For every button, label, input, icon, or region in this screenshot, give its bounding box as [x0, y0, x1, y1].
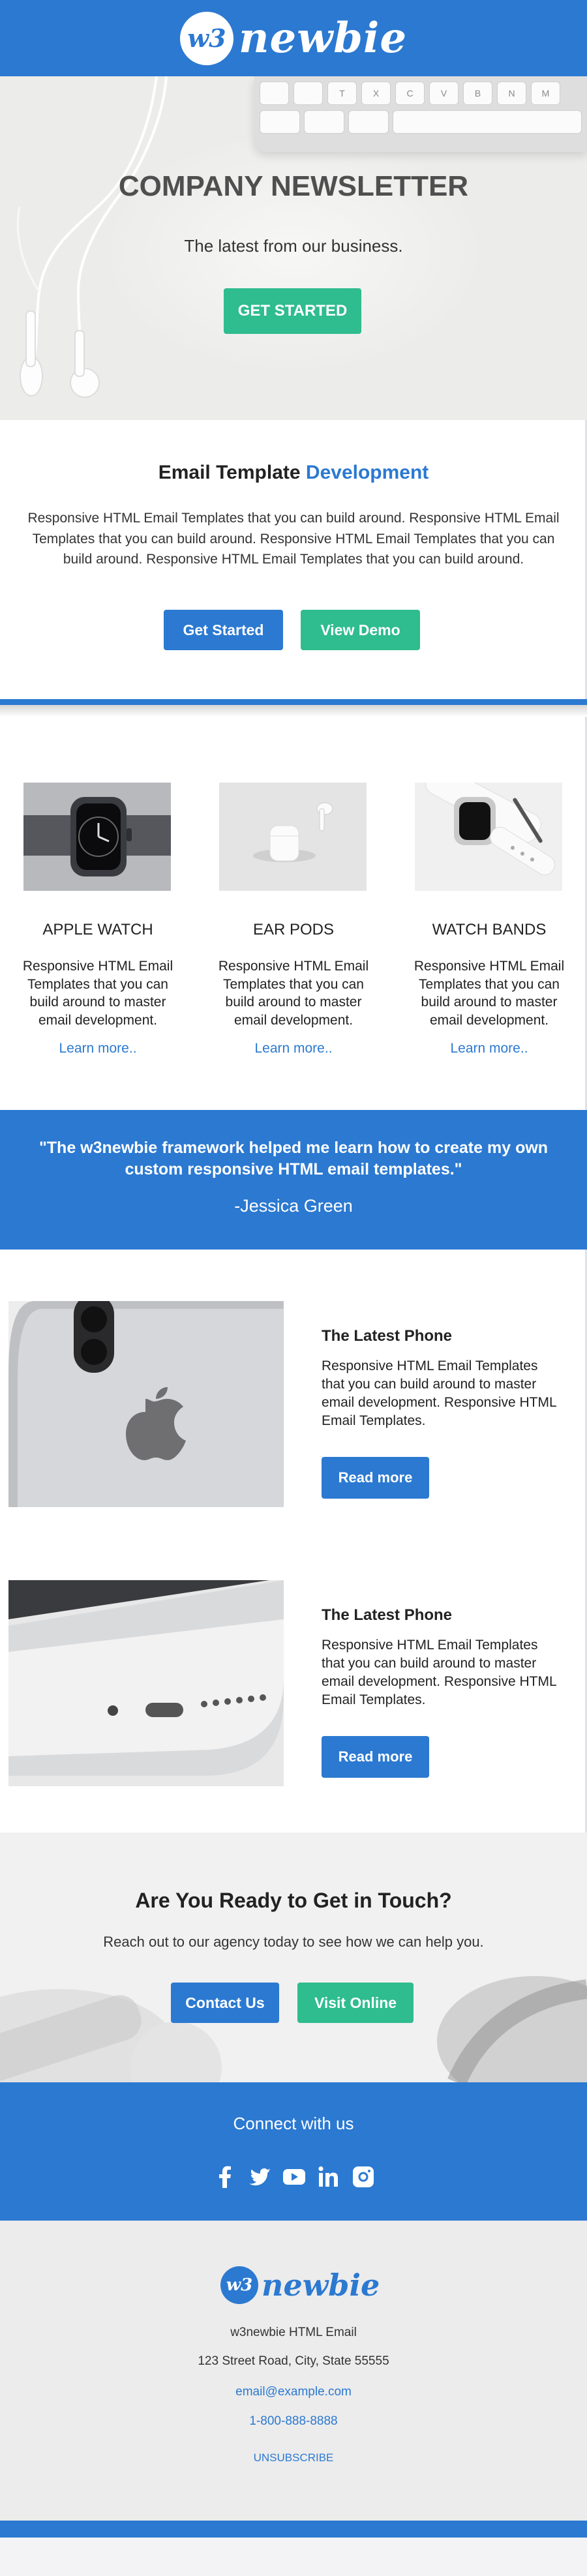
intro-title: Email Template Development: [0, 462, 587, 484]
ear-pods-image: [219, 783, 367, 891]
intro-title-plain: Email Template: [158, 462, 301, 483]
bottom-bar: [0, 2521, 587, 2538]
get-started-secondary-button[interactable]: Get Started: [164, 610, 283, 650]
feature-phone-back: The Latest Phone Responsive HTML Email T…: [0, 1301, 587, 1516]
keyboard-key: [348, 110, 389, 134]
intro-body: Responsive HTML Email Templates that you…: [27, 511, 560, 567]
intro-section: Email Template Development Responsive HT…: [0, 420, 587, 699]
product-title: WATCH BANDS: [432, 921, 547, 938]
keyboard-key: [294, 82, 323, 105]
keyboard-key: T: [327, 82, 357, 105]
testimonial-section: "The w3newbie framework helped me learn …: [0, 1110, 587, 1250]
feature-title: The Latest Phone: [322, 1606, 453, 1624]
feature-title: The Latest Phone: [322, 1327, 453, 1345]
newsletter-page: w3 newbie T X C V B N M COMPANY NEWSLETT…: [0, 0, 587, 2576]
intro-title-accent: Development: [305, 462, 429, 483]
bottom-spacer: [0, 2538, 587, 2576]
instagram-icon[interactable]: [351, 2164, 376, 2189]
footer-company: w3newbie HTML Email: [230, 2326, 357, 2339]
learn-more-link[interactable]: Learn more..: [391, 1041, 587, 1056]
footer-logo-mark: w3: [220, 2266, 258, 2304]
keyboard-key: X: [361, 82, 391, 105]
product-watch-bands: WATCH BANDS Responsive HTML Email Templa…: [391, 783, 587, 1056]
product-apple-watch: APPLE WATCH Responsive HTML Email Templa…: [0, 783, 196, 1056]
connect-title: Connect with us: [233, 2114, 354, 2133]
phone-back-image: [8, 1301, 284, 1507]
section-divider: [0, 699, 587, 705]
apple-watch-image: [23, 783, 171, 891]
footer-email-link[interactable]: email@example.com: [0, 2385, 587, 2399]
keyboard-key: N: [497, 82, 526, 105]
learn-more-link[interactable]: Learn more..: [0, 1041, 196, 1056]
keyboard-key: M: [531, 82, 560, 105]
keyboard-key: [260, 110, 300, 134]
product-body: Responsive HTML Email Templates that you…: [414, 959, 565, 1028]
feature-phone-bottom: The Latest Phone Responsive HTML Email T…: [0, 1580, 587, 1795]
footer-logo[interactable]: w3 newbie: [220, 2266, 380, 2304]
read-more-button[interactable]: Read more: [322, 1457, 429, 1499]
contact-section: Are You Ready to Get in Touch? Reach out…: [0, 1833, 587, 2082]
learn-more-link[interactable]: Learn more..: [196, 1041, 391, 1056]
product-title: EAR PODS: [252, 921, 335, 938]
view-demo-button[interactable]: View Demo: [301, 610, 420, 650]
phone-bottom-image: [8, 1580, 284, 1786]
testimonial-quote: "The w3newbie framework helped me learn …: [38, 1139, 549, 1178]
read-more-button[interactable]: Read more: [322, 1736, 429, 1778]
get-started-button[interactable]: GET STARTED: [224, 288, 361, 334]
keyboard-key: B: [463, 82, 492, 105]
facebook-icon[interactable]: [213, 2164, 237, 2189]
product-ear-pods: EAR PODS Responsive HTML Email Templates…: [196, 783, 391, 1056]
logo-text: newbie: [238, 14, 408, 63]
visit-online-button[interactable]: Visit Online: [297, 1983, 414, 2023]
hero-section: T X C V B N M COMPANY NEWSLETTER The lat…: [0, 76, 587, 420]
product-body: Responsive HTML Email Templates that you…: [22, 959, 173, 1028]
hero-title: COMPANY NEWSLETTER: [118, 170, 469, 202]
keyboard-key: V: [429, 82, 459, 105]
footer-phone-link[interactable]: 1-800-888-8888: [0, 2414, 587, 2429]
keyboard-key: [304, 110, 344, 134]
keyboard-spacebar: [393, 110, 582, 134]
contact-us-button[interactable]: Contact Us: [171, 1983, 279, 2023]
footer-section: w3 newbie w3newbie HTML Email 123 Street…: [0, 2221, 587, 2521]
testimonial-author: -Jessica Green: [234, 1196, 353, 1216]
keyboard-key: [260, 82, 289, 105]
linkedin-icon[interactable]: [316, 2164, 341, 2189]
youtube-icon[interactable]: [282, 2164, 307, 2189]
feature-body: Responsive HTML Email Templates that you…: [322, 1638, 556, 1707]
twitter-icon[interactable]: [247, 2164, 272, 2189]
header-bar: w3 newbie: [0, 0, 587, 76]
header-logo[interactable]: w3 newbie: [179, 11, 408, 65]
divider-shadow: [0, 705, 587, 717]
footer-logo-text: newbie: [262, 2268, 380, 2303]
contact-background-image: [0, 1976, 587, 2082]
keyboard-image: T X C V B N M: [254, 76, 587, 152]
feature-body: Responsive HTML Email Templates that you…: [322, 1358, 556, 1428]
unsubscribe-link[interactable]: UNSUBSCRIBE: [0, 2451, 587, 2464]
watch-bands-image: [415, 783, 562, 891]
product-title: APPLE WATCH: [42, 921, 153, 938]
connect-section: Connect with us: [0, 2082, 587, 2221]
social-links: [213, 2164, 376, 2189]
contact-title: Are You Ready to Get in Touch?: [135, 1889, 452, 1912]
logo-mark: w3: [179, 11, 233, 65]
contact-body: Reach out to our agency today to see how…: [103, 1934, 484, 1950]
product-body: Responsive HTML Email Templates that you…: [218, 959, 369, 1028]
keyboard-key: C: [395, 82, 425, 105]
hero-subtitle: The latest from our business.: [184, 236, 403, 256]
footer-address: 123 Street Road, City, State 55555: [198, 2354, 389, 2368]
